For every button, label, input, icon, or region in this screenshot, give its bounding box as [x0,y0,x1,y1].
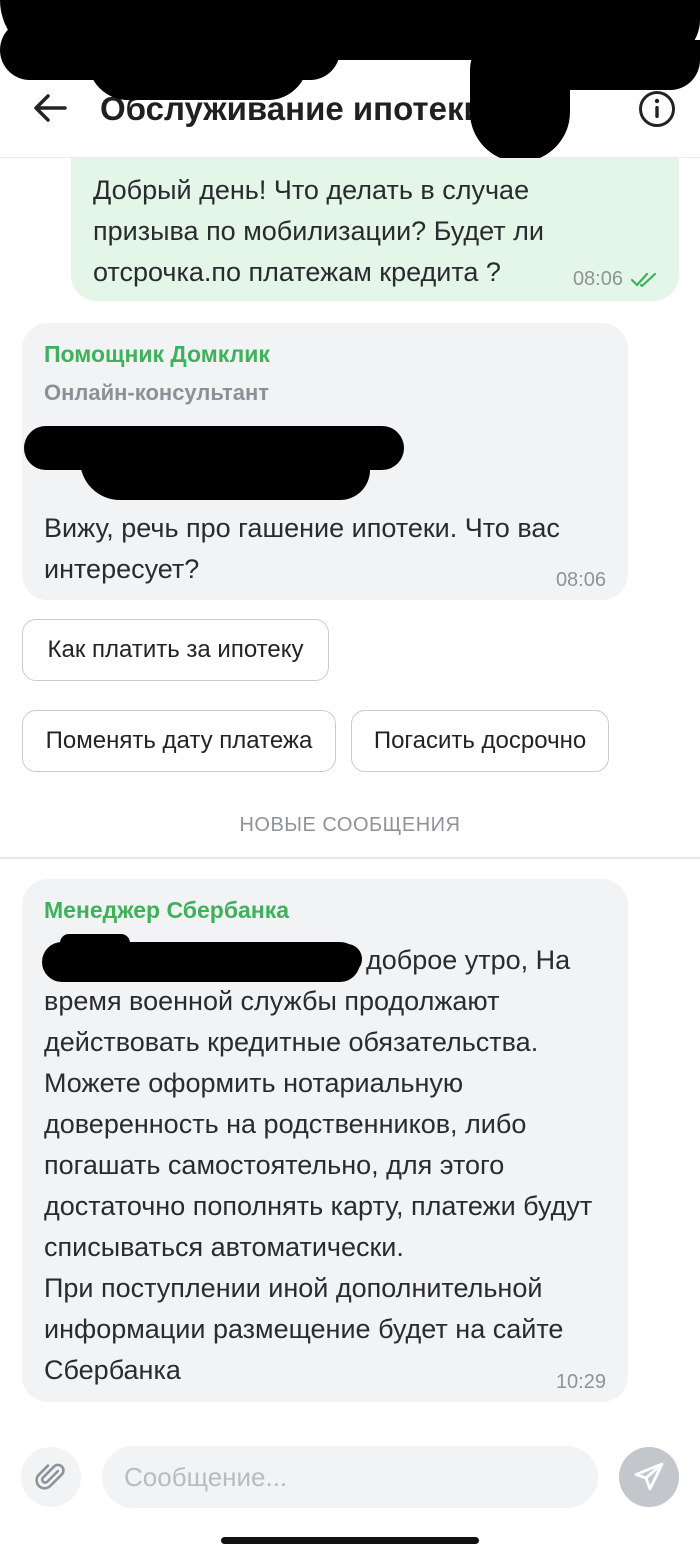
message-time: 08:06 [555,569,606,591]
back-button[interactable] [30,88,70,128]
paperclip-icon [35,1463,65,1490]
outgoing-message: Добрый день! Что делать в случае призыва… [71,158,679,301]
message-meta: 08:06 [573,268,657,291]
double-check-icon [631,272,657,287]
info-button[interactable] [636,88,678,130]
redaction-mark [262,944,362,974]
divider [0,857,700,859]
message-text: Вижу, речь про гашение ипотеки. Что вас … [44,513,560,584]
quick-reply-change-date[interactable]: Поменять дату платежа [22,710,336,772]
sender-name: Менеджер Сбербанка [44,897,290,923]
quick-reply-early-repayment[interactable]: Погасить досрочно [351,710,609,772]
send-button[interactable] [619,1447,679,1507]
new-messages-label: НОВЫЕ СООБЩЕНИЯ [239,814,461,836]
attach-button[interactable] [21,1447,81,1507]
message-line: время военной службы продолжают действов… [44,986,593,1262]
arrow-left-icon [34,94,67,122]
home-indicator [221,1537,479,1544]
message-time: 08:06 [572,268,623,290]
redaction-mark [80,452,370,500]
send-icon [634,1462,664,1491]
message-text: Добрый день! Что делать в случае призыва… [93,175,545,287]
redaction-mark [88,40,308,100]
sender-role: Онлайн-консультант [44,380,270,405]
sender-name: Помощник Домклик [44,341,270,367]
chat-screen: Обслуживание ипотеки... Добрый день! Что… [0,0,700,1556]
info-icon [639,91,675,127]
message-input[interactable] [102,1446,598,1508]
quick-reply-how-to-pay[interactable]: Как платить за ипотеку [22,619,329,681]
redaction-mark [60,934,130,952]
message-time: 10:29 [555,1371,606,1393]
message-line: При поступлении иной дополнительной инфо… [44,1273,564,1385]
message-text: доброе утро, На время военной службы про… [44,940,606,1391]
redaction-mark [520,40,700,90]
